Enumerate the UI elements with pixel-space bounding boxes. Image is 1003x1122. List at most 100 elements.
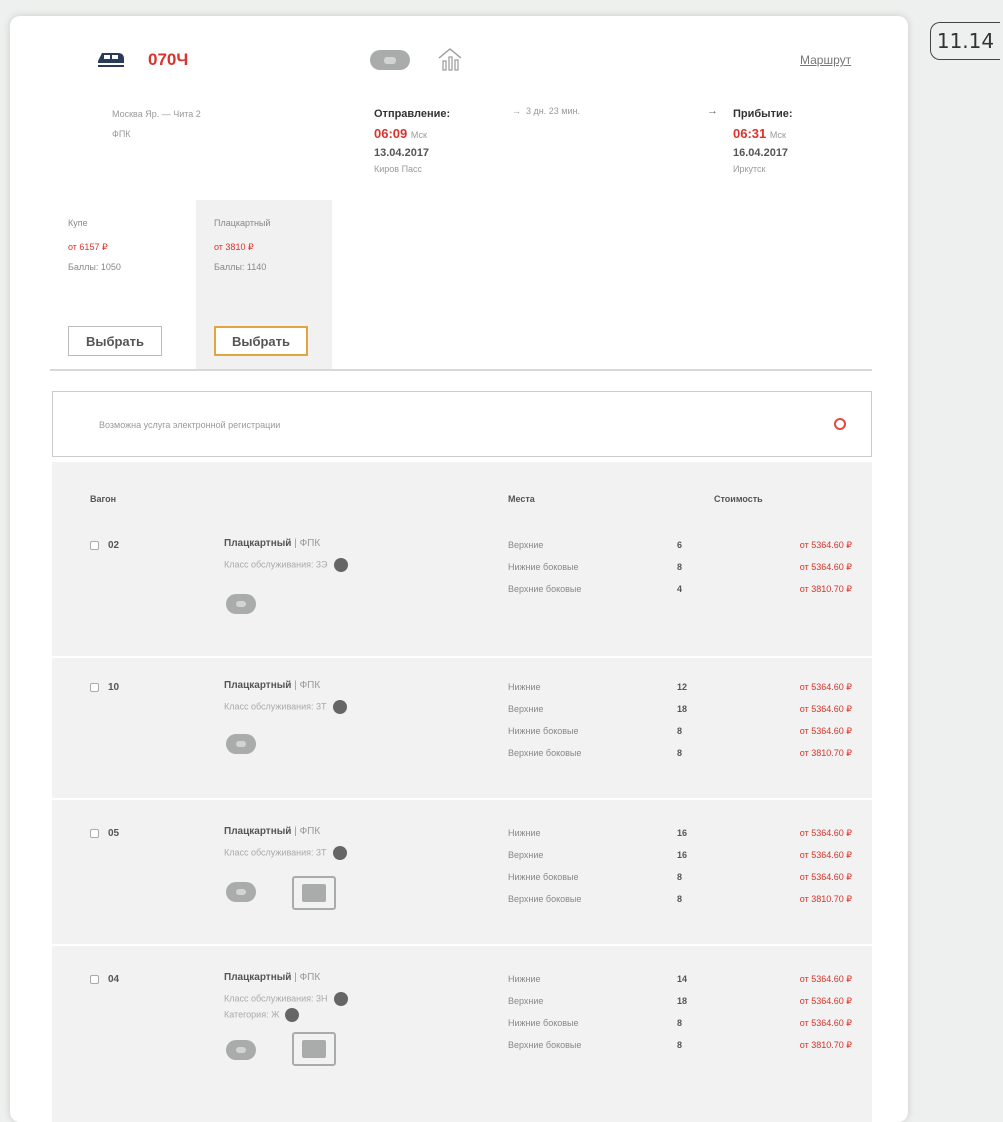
seat-count: 8: [677, 1040, 683, 1050]
class-points: Баллы: 1050: [68, 262, 121, 272]
class-name: Плацкартный: [214, 218, 271, 228]
service-class: Класс обслуживания: 3Э: [224, 558, 348, 572]
car-type: Плацкартный | ФПК: [224, 538, 321, 549]
departure-station: Киров Пасс: [374, 164, 423, 174]
car-type: Плацкартный | ФПК: [224, 826, 321, 837]
seat-count: 4: [677, 584, 683, 594]
route-info: Москва Яр. — Чита 2 ФПК: [112, 104, 201, 144]
amenity-icon: [226, 594, 256, 614]
amenity-icon: [226, 1040, 256, 1060]
arrival-block: Прибытие: 06:31 Мск 16.04.2017 Иркутск: [733, 104, 793, 177]
seat-type: Нижние боковые: [508, 726, 579, 736]
divider: [52, 944, 872, 946]
departure-date: 13.04.2017: [374, 147, 430, 159]
info-icon[interactable]: [332, 846, 347, 860]
amenity-box-icon: [292, 876, 336, 910]
departure-block: Отправление: 06:09 Мск 13.04.2017 Киров …: [374, 104, 450, 177]
seat-price[interactable]: от 5364.60 ₽: [752, 560, 852, 574]
header-car: Вагон: [90, 494, 117, 504]
car-checkbox[interactable]: [90, 541, 99, 550]
service-class: Класс обслуживания: 3Н: [224, 992, 348, 1006]
train-number: 070Ч: [148, 50, 189, 69]
seat-price[interactable]: от 5364.60 ₽: [752, 826, 852, 840]
class-tab-platzkart[interactable]: Плацкартный от 3810 ₽ Баллы: 1140 Выбрат…: [196, 200, 332, 370]
seat-price[interactable]: от 5364.60 ₽: [752, 680, 852, 694]
divider: [50, 369, 872, 371]
seat-price[interactable]: от 3810.70 ₽: [752, 746, 852, 760]
car-type: Плацкартный | ФПК: [224, 972, 321, 983]
class-points: Баллы: 1140: [214, 262, 267, 272]
seat-type: Верхние: [508, 704, 544, 714]
route-link[interactable]: Маршрут: [800, 53, 851, 67]
arrival-label: Прибытие:: [733, 108, 793, 120]
seat-type: Нижние боковые: [508, 562, 579, 572]
arrival-station: Иркутск: [733, 164, 766, 174]
seat-type: Нижние: [508, 974, 541, 984]
seat-price[interactable]: от 5364.60 ₽: [752, 994, 852, 1008]
seat-type: Верхние боковые: [508, 748, 582, 758]
header-seats: Места: [508, 494, 535, 504]
car-checkbox[interactable]: [90, 975, 99, 984]
train-card: 070Ч Маршрут Москва Яр. — Чита 2 ФПК Отп…: [10, 16, 908, 1122]
car-type: Плацкартный | ФПК: [224, 680, 321, 691]
departure-time: 06:09 Мск: [374, 126, 427, 141]
info-circle-icon[interactable]: [834, 418, 846, 430]
seat-type: Верхние: [508, 996, 544, 1006]
seat-count: 8: [677, 894, 683, 904]
pet-icon: [292, 1032, 336, 1066]
seat-count: 18: [677, 704, 688, 714]
seat-price[interactable]: от 5364.60 ₽: [752, 538, 852, 552]
seat-price[interactable]: от 5364.60 ₽: [752, 1016, 852, 1030]
seat-count: 16: [677, 828, 688, 838]
divider: [52, 798, 872, 800]
arrow-icon: →: [512, 106, 521, 116]
seat-price[interactable]: от 5364.60 ₽: [752, 870, 852, 884]
seat-price[interactable]: от 5364.60 ₽: [752, 702, 852, 716]
seat-type: Нижние: [508, 828, 541, 838]
seat-count: 8: [677, 726, 683, 736]
seat-count: 14: [677, 974, 688, 984]
car-checkbox[interactable]: [90, 683, 99, 692]
service-class: Класс обслуживания: 3Т: [224, 846, 347, 860]
info-icon[interactable]: [333, 558, 348, 572]
seat-count: 8: [677, 562, 683, 572]
car-number: 04: [108, 974, 120, 985]
chart-icon[interactable]: [436, 46, 464, 72]
seat-type: Верхние боковые: [508, 1040, 582, 1050]
seat-price[interactable]: от 3810.70 ₽: [752, 582, 852, 596]
car-number: 10: [108, 682, 120, 693]
departure-label: Отправление:: [374, 108, 451, 120]
seat-count: 18: [677, 996, 688, 1006]
seat-price[interactable]: от 5364.60 ₽: [752, 972, 852, 986]
info-icon[interactable]: [332, 700, 347, 714]
seat-type: Верхние: [508, 540, 544, 550]
seat-count: 12: [677, 682, 688, 692]
select-kupe-button[interactable]: Выбрать: [68, 326, 162, 356]
seat-price[interactable]: от 5364.60 ₽: [752, 724, 852, 738]
arrival-time: 06:31 Мск: [733, 126, 786, 141]
seat-count: 8: [677, 872, 683, 882]
car-number: 02: [108, 540, 120, 551]
class-price: от 6157 ₽: [68, 242, 108, 252]
car-category: Категория: Ж: [224, 1008, 300, 1022]
amenity-icon: [226, 882, 256, 902]
travel-time: → 3 дн. 23 мин.: [512, 106, 580, 116]
registration-text: Возможна услуга электронной регистрации: [99, 420, 281, 430]
class-tab-kupe[interactable]: Купе от 6157 ₽ Баллы: 1050 Выбрать: [60, 200, 190, 370]
arrow-icon: →: [707, 105, 718, 117]
route-name: Москва Яр. — Чита 2: [112, 109, 201, 119]
divider: [52, 656, 872, 658]
seat-price[interactable]: от 5364.60 ₽: [752, 848, 852, 862]
amenity-icon: [370, 50, 410, 70]
seat-price[interactable]: от 3810.70 ₽: [752, 892, 852, 906]
seat-price[interactable]: от 3810.70 ₽: [752, 1038, 852, 1052]
select-platzkart-button[interactable]: Выбрать: [214, 326, 308, 356]
info-icon[interactable]: [333, 992, 348, 1006]
amenity-icon: [226, 734, 256, 754]
seat-count: 8: [677, 748, 683, 758]
seat-type: Верхние боковые: [508, 894, 582, 904]
seat-type: Нижние боковые: [508, 872, 579, 882]
seat-count: 6: [677, 540, 683, 550]
car-checkbox[interactable]: [90, 829, 99, 838]
info-icon[interactable]: [285, 1008, 300, 1022]
